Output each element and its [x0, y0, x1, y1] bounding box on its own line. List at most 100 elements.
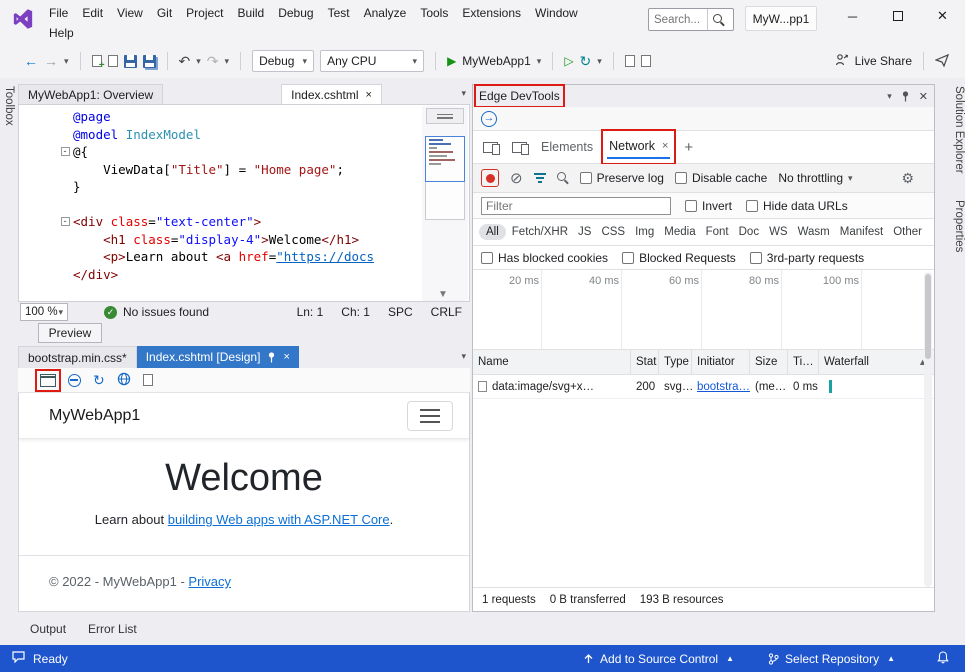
docs-link[interactable]: building Web apps with ASP.NET Core — [168, 512, 390, 527]
search-icon[interactable] — [707, 9, 729, 30]
type-filter-doc[interactable]: Doc — [735, 224, 763, 240]
line-indicator[interactable]: Ln: 1 — [297, 305, 324, 319]
throttling-dropdown[interactable]: No throttling▾ — [778, 171, 852, 185]
menu-debug[interactable]: Debug — [271, 6, 320, 20]
column-size[interactable]: Size — [750, 350, 788, 374]
redo-icon[interactable]: ↷ — [207, 54, 219, 68]
type-filter-other[interactable]: Other — [889, 224, 926, 240]
run-caret-icon[interactable]: ▾ — [537, 57, 542, 66]
menu-file[interactable]: File — [42, 6, 75, 20]
type-filter-img[interactable]: Img — [631, 224, 658, 240]
document-icon[interactable] — [143, 374, 153, 386]
split-window-grip-icon[interactable] — [426, 108, 464, 124]
new-project-icon[interactable] — [92, 55, 102, 67]
column-waterfall[interactable]: Waterfall▲ — [819, 350, 932, 374]
column-name[interactable]: Name — [473, 350, 631, 374]
code-view-icon[interactable] — [625, 55, 635, 67]
solution-explorer-tab[interactable]: Solution Explorer — [945, 86, 965, 174]
refresh-caret-icon[interactable]: ▾ — [597, 57, 602, 66]
menu-git[interactable]: Git — [150, 6, 179, 20]
menu-build[interactable]: Build — [231, 6, 272, 20]
menu-window[interactable]: Window — [528, 6, 585, 20]
zoom-dropdown[interactable]: 100 %▾ — [20, 303, 68, 321]
live-share-label[interactable]: Live Share — [855, 54, 912, 68]
close-icon[interactable]: ✕ — [920, 0, 965, 32]
char-indicator[interactable]: Ch: 1 — [341, 305, 370, 319]
document-outline-icon[interactable] — [641, 55, 651, 67]
type-filter-manifest[interactable]: Manifest — [836, 224, 887, 240]
redo-caret-icon[interactable]: ▾ — [225, 57, 230, 66]
menu-test[interactable]: Test — [321, 6, 357, 20]
column-initiator[interactable]: Initiator — [692, 350, 750, 374]
type-filter-all[interactable]: All — [479, 224, 506, 240]
type-filter-js[interactable]: JS — [574, 224, 595, 240]
preview-in-browser-icon[interactable] — [40, 374, 56, 387]
tab-index-design[interactable]: Index.cshtml [Design] × — [137, 346, 299, 368]
close-tab-icon[interactable]: × — [366, 89, 372, 101]
bell-icon[interactable] — [937, 651, 949, 667]
pin-icon[interactable] — [267, 352, 276, 363]
scroll-down-icon[interactable]: ▼ — [438, 289, 448, 300]
clear-icon[interactable]: ⊘ — [510, 171, 523, 186]
editor-scrollbar-rail[interactable]: ▼ — [422, 106, 468, 302]
globe-icon[interactable] — [117, 372, 131, 389]
undo-icon[interactable]: ↶ — [179, 54, 191, 68]
run-icon[interactable]: ▶ — [447, 55, 456, 67]
search-input[interactable] — [649, 14, 707, 26]
filter-input[interactable] — [481, 197, 671, 215]
properties-tab[interactable]: Properties — [945, 200, 965, 252]
initiator-link[interactable]: bootstra… — [697, 381, 750, 393]
platform-dropdown[interactable]: Any CPU▾ — [320, 50, 424, 72]
type-filter-font[interactable]: Font — [702, 224, 733, 240]
refresh-page-icon[interactable]: ↻ — [93, 373, 105, 387]
configuration-dropdown[interactable]: Debug▾ — [252, 50, 314, 72]
tab-list-caret-icon[interactable]: ▾ — [461, 89, 466, 98]
menu-tools[interactable]: Tools — [413, 6, 455, 20]
search-icon[interactable] — [557, 172, 569, 184]
save-all-icon[interactable] — [143, 55, 156, 68]
run-without-debug-icon[interactable]: ▷ — [564, 55, 573, 67]
issues-indicator[interactable]: ✓ No issues found — [104, 305, 209, 319]
device-emulation-icon[interactable] — [483, 142, 498, 153]
pin-icon[interactable] — [901, 91, 910, 102]
request-row[interactable]: data:image/svg+x… 200 svg… bootstra… (me… — [473, 375, 934, 399]
refresh-icon[interactable]: ↻ — [580, 54, 592, 68]
privacy-link[interactable]: Privacy — [188, 574, 231, 589]
menu-project[interactable]: Project — [179, 6, 230, 20]
tab-elements[interactable]: Elements — [541, 140, 593, 154]
tab-output[interactable]: Output — [30, 622, 66, 636]
minimap[interactable] — [425, 136, 465, 220]
feedback-bubble-icon[interactable] — [12, 651, 25, 666]
devtools-scrollbar[interactable] — [924, 272, 932, 587]
line-ending-indicator[interactable]: CRLF — [431, 305, 462, 319]
preview-brand-link[interactable]: MyWebApp1 — [49, 407, 140, 425]
hide-data-urls-checkbox[interactable]: Hide data URLs — [746, 199, 848, 213]
close-tab-icon[interactable]: × — [283, 351, 289, 363]
menu-help[interactable]: Help — [42, 26, 81, 40]
type-filter-fetch-xhr[interactable]: Fetch/XHR — [508, 224, 572, 240]
menu-edit[interactable]: Edit — [75, 6, 110, 20]
menu-analyze[interactable]: Analyze — [357, 6, 414, 20]
add-item-icon[interactable] — [108, 55, 118, 67]
scrollbar-thumb[interactable] — [925, 274, 931, 359]
menu-extensions[interactable]: Extensions — [455, 6, 528, 20]
invert-checkbox[interactable]: Invert — [685, 199, 732, 213]
save-icon[interactable] — [124, 55, 137, 68]
type-filter-ws[interactable]: WS — [765, 224, 792, 240]
preview-button[interactable]: Preview — [38, 323, 102, 343]
network-overview-timeline[interactable]: 20 ms 40 ms 60 ms 80 ms 100 ms — [473, 270, 934, 350]
inspect-element-icon[interactable] — [512, 142, 527, 153]
undo-caret-icon[interactable]: ▾ — [196, 57, 201, 66]
close-panel-icon[interactable]: ✕ — [919, 90, 928, 103]
type-filter-css[interactable]: CSS — [597, 224, 629, 240]
add-tab-icon[interactable]: + — [684, 139, 693, 156]
minimize-icon[interactable]: ─ — [830, 0, 875, 32]
tab-overview[interactable]: MyWebApp1: Overview — [18, 84, 163, 104]
record-icon[interactable] — [481, 169, 499, 187]
has-blocked-cookies-checkbox[interactable]: Has blocked cookies — [481, 251, 608, 265]
spaces-indicator[interactable]: SPC — [388, 305, 413, 319]
fold-collapse-icon[interactable]: - — [61, 147, 70, 156]
tab-list-caret-icon[interactable]: ▾ — [461, 352, 466, 361]
column-type[interactable]: Type — [659, 350, 692, 374]
navigate-forward-icon[interactable]: → — [44, 54, 58, 68]
